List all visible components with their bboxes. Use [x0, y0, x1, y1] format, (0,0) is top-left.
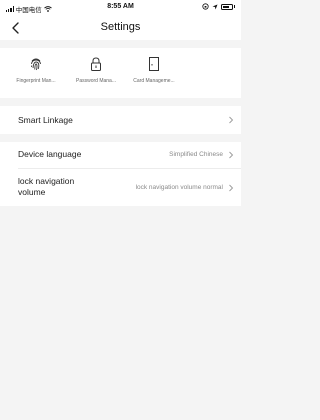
orientation-lock-icon [202, 3, 209, 10]
row-label: Smart Linkage [18, 115, 73, 125]
status-bar: 中国电信 8:55 AM [0, 0, 241, 16]
chevron-right-icon [229, 151, 234, 159]
shortcut-label: Fingerprint Man... [16, 78, 56, 84]
shortcut-label: Card Manageme... [133, 78, 175, 84]
battery-tip [234, 5, 235, 8]
card-management-shortcut[interactable]: Card Manageme... [124, 56, 184, 84]
device-language-row[interactable]: Device language Simplified Chinese [0, 142, 241, 168]
padlock-icon [91, 57, 101, 71]
row-label-line-2: volume [18, 187, 46, 197]
chevron-right-icon [229, 184, 234, 192]
page-title: Settings [100, 21, 141, 33]
fingerprint-management-shortcut[interactable]: Fingerprint Man... [6, 56, 66, 84]
device-language-value: Simplified Chinese [169, 151, 223, 158]
row-label: Device language [18, 149, 82, 159]
row-label: lock navigation volume [18, 176, 74, 198]
status-right [202, 3, 235, 10]
location-icon [212, 4, 218, 9]
device-settings-group: Device language Simplified Chinese lock … [0, 142, 241, 206]
password-management-shortcut[interactable]: Password Mana... [66, 56, 126, 84]
management-shortcuts: Fingerprint Man... Password Mana... Card… [0, 48, 241, 98]
chevron-right-icon [229, 116, 234, 124]
lock-navigation-volume-row[interactable]: lock navigation volume lock navigation v… [0, 169, 241, 206]
battery-icon [221, 3, 233, 10]
lock-navigation-volume-value: lock navigation volume normal [135, 184, 223, 191]
fingerprint-icon [31, 58, 41, 71]
door-card-icon [149, 57, 159, 71]
navigation-bar: Settings [0, 16, 241, 40]
smart-linkage-row[interactable]: Smart Linkage [0, 106, 241, 134]
shortcut-label: Password Mana... [75, 78, 117, 84]
row-label-line-1: lock navigation [18, 176, 75, 186]
back-chevron-icon[interactable] [8, 20, 24, 36]
smart-linkage-group: Smart Linkage [0, 106, 241, 134]
